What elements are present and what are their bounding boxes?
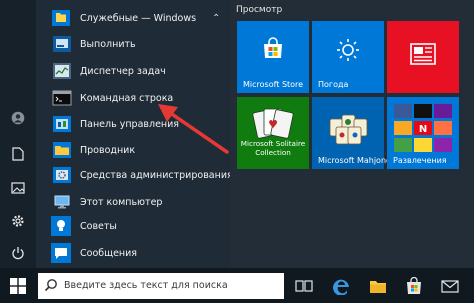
run-icon [52, 35, 72, 53]
folder-label: Служебные — Windows [80, 12, 197, 24]
pictures-icon [11, 182, 25, 194]
mail-icon [441, 279, 459, 293]
tile-label: Развлечения [393, 156, 447, 165]
list-item-label: Диспетчер задач [80, 65, 166, 77]
pictures-button[interactable] [0, 173, 36, 203]
search-placeholder: Введите здесь текст для поиска [64, 280, 228, 291]
tile-label: Microsoft Solitaire Collection [240, 139, 306, 157]
file-explorer-taskbar-button[interactable] [366, 274, 390, 298]
list-item-this-pc[interactable]: Этот компьютер [36, 190, 230, 214]
messages-icon [50, 242, 72, 264]
mahjong-icon [329, 114, 368, 145]
task-view-icon [295, 280, 313, 292]
tile-label: Погода [318, 80, 349, 89]
task-view-button[interactable] [292, 274, 316, 298]
store-icon [264, 37, 282, 58]
folder-icon [50, 7, 72, 29]
admin-tools-icon [52, 166, 72, 184]
tile-entertainment[interactable]: N Развлечения [387, 97, 459, 169]
start-left-rail [0, 0, 36, 268]
weather-icon [337, 39, 359, 61]
list-item-label: Проводник [80, 144, 136, 156]
settings-button[interactable] [0, 206, 36, 236]
edge-button[interactable] [330, 274, 354, 298]
tile-group-label: Просмотр [236, 5, 283, 15]
control-panel-icon [52, 115, 72, 133]
tile-label: Microsoft Store [243, 80, 304, 89]
store-taskbar-button[interactable] [402, 274, 426, 298]
list-item-label: Командная строка [80, 92, 174, 104]
list-item-file-explorer[interactable]: Проводник [36, 138, 230, 162]
document-icon [12, 147, 24, 161]
tile-label: Microsoft Mahjong [318, 156, 392, 165]
task-manager-icon [52, 62, 72, 80]
folder-windows-accessories[interactable]: Служебные — Windows ⌃ [36, 6, 230, 30]
list-item-command-prompt[interactable]: Командная строка [36, 86, 230, 110]
tiles-panel: Просмотр Microsoft Store Погода ♥ Micros… [230, 0, 474, 268]
tile-microsoft-store[interactable]: Microsoft Store [237, 21, 309, 93]
edge-icon [333, 279, 349, 295]
tile-mahjong[interactable]: Microsoft Mahjong [312, 97, 391, 169]
list-item-label: Советы [80, 220, 117, 232]
list-item-tips[interactable]: Советы [36, 214, 230, 238]
tile-weather[interactable]: Погода [312, 21, 384, 93]
search-icon [44, 279, 57, 292]
entertainment-icon: N [394, 104, 452, 152]
list-item-label: Панель управления [80, 118, 180, 130]
user-account-button[interactable] [0, 103, 36, 133]
documents-button[interactable] [0, 139, 36, 169]
power-icon [12, 247, 24, 260]
user-icon [11, 111, 25, 125]
svg-text:N: N [419, 124, 427, 135]
solitaire-icon: ♥ [252, 108, 294, 139]
list-item-messages[interactable]: Сообщения [36, 241, 230, 265]
list-item-label: Этот компьютер [80, 196, 163, 208]
list-item-label: Выполнить [80, 38, 136, 50]
list-item-control-panel[interactable]: Панель управления [36, 112, 230, 136]
taskbar: Введите здесь текст для поиска [0, 268, 474, 303]
list-item-admin-tools[interactable]: Средства администрирования Wi... [36, 163, 257, 187]
tile-solitaire[interactable]: ♥ Microsoft Solitaire Collection [237, 97, 309, 169]
app-list: Служебные — Windows ⌃ Выполнить Диспетче… [36, 0, 257, 268]
list-item-run[interactable]: Выполнить [36, 32, 230, 56]
windows-logo-icon [10, 278, 26, 294]
folder-icon [370, 280, 386, 293]
tile-news[interactable] [387, 21, 459, 93]
search-box[interactable]: Введите здесь текст для поиска [38, 273, 284, 299]
this-pc-icon [52, 193, 72, 211]
power-button[interactable] [0, 238, 36, 268]
store-icon [407, 277, 421, 294]
list-item-task-manager[interactable]: Диспетчер задач [36, 59, 230, 83]
svg-text:♥: ♥ [268, 118, 278, 131]
chevron-up-icon: ⌃ [212, 12, 221, 24]
news-icon [410, 43, 436, 65]
tips-icon [50, 215, 72, 237]
start-button[interactable] [6, 274, 30, 298]
mail-taskbar-button[interactable] [438, 274, 462, 298]
list-item-label: Сообщения [80, 247, 138, 259]
command-prompt-icon [52, 89, 72, 107]
file-explorer-icon [52, 141, 72, 159]
gear-icon [12, 215, 24, 227]
